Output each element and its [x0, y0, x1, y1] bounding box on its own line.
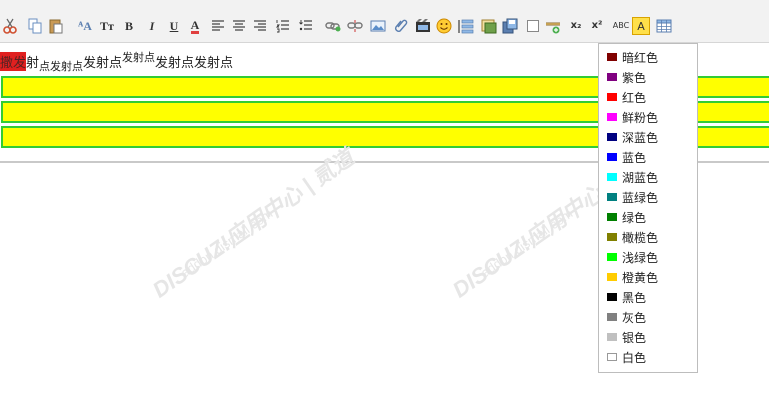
table-icon[interactable]: [655, 17, 673, 35]
color-option-label: 橙黄色: [622, 270, 659, 285]
color-option-label: 绿色: [622, 210, 647, 225]
subscript-glyph: x₂: [570, 20, 582, 31]
align-right-icon[interactable]: [251, 17, 269, 35]
image-icon[interactable]: [369, 17, 387, 35]
font-size-icon[interactable]: Tт: [98, 17, 116, 35]
save-icon[interactable]: [501, 17, 519, 35]
align-center-icon[interactable]: [230, 17, 248, 35]
font-family-glyph: ᴬA: [78, 19, 92, 33]
color-option[interactable]: 蓝色: [599, 147, 697, 167]
text-segment: 撒发: [0, 52, 27, 71]
smiley-icon[interactable]: [435, 17, 453, 35]
font-color-glyph: A: [190, 17, 200, 34]
text-segment: 发射点: [122, 51, 156, 64]
underline-glyph: U: [169, 19, 179, 33]
color-option[interactable]: 深蓝色: [599, 127, 697, 147]
text-segment: 发射点发射点: [155, 56, 234, 71]
color-option-label: 鲜粉色: [622, 110, 659, 125]
link-icon[interactable]: [324, 17, 342, 35]
color-swatch: [607, 173, 617, 181]
font-family-icon[interactable]: ᴬA: [76, 17, 94, 35]
superscript-glyph: x²: [591, 20, 603, 31]
color-swatch: [607, 133, 617, 141]
color-option[interactable]: 橄榄色: [599, 227, 697, 247]
font-size-glyph: Tт: [100, 19, 114, 33]
color-option-label: 红色: [622, 90, 647, 105]
italic-glyph: I: [149, 19, 155, 33]
color-swatch: [607, 233, 617, 241]
color-option-label: 湖蓝色: [622, 170, 659, 185]
color-option-label: 暗红色: [622, 50, 659, 65]
attachment-icon[interactable]: [392, 17, 410, 35]
color-option[interactable]: 橙黄色: [599, 267, 697, 287]
background-color-glyph: A: [637, 19, 645, 33]
color-swatch: [607, 313, 617, 321]
code-icon[interactable]: [480, 17, 498, 35]
bold-glyph: B: [124, 19, 133, 33]
color-option-label: 紫色: [622, 70, 647, 85]
color-swatch: [607, 153, 617, 161]
color-option[interactable]: 暗红色: [599, 47, 697, 67]
color-swatch: [607, 53, 617, 61]
color-option-label: 银色: [622, 330, 647, 345]
unordered-list-icon[interactable]: [297, 17, 315, 35]
unlink-icon[interactable]: [346, 17, 364, 35]
color-option[interactable]: 红色: [599, 87, 697, 107]
text-line: 撒发射点发射点 发射点 发射点 发射点发射点: [0, 51, 234, 73]
color-option-label: 橄榄色: [622, 230, 659, 245]
insert-icon[interactable]: [544, 17, 562, 35]
color-swatch: [607, 73, 617, 81]
video-icon[interactable]: [414, 17, 432, 35]
color-swatch: [607, 193, 617, 201]
color-option-label: 深蓝色: [622, 130, 659, 145]
ordered-list-icon[interactable]: [274, 17, 292, 35]
editor-toolbar: ᴬA Tт B I U Ax₂ x² ABC A: [0, 0, 769, 43]
color-option-label: 蓝绿色: [622, 190, 659, 205]
color-swatch: [607, 333, 617, 341]
color-option-label: 黑色: [622, 290, 647, 305]
superscript-icon[interactable]: x²: [588, 17, 606, 35]
color-option[interactable]: 紫色: [599, 67, 697, 87]
color-option-label: 浅绿色: [622, 250, 659, 265]
checkbox-icon[interactable]: [524, 17, 542, 35]
color-option[interactable]: 灰色: [599, 307, 697, 327]
color-option[interactable]: 鲜粉色: [599, 107, 697, 127]
align-left-icon[interactable]: [209, 17, 227, 35]
color-swatch: [607, 353, 617, 361]
text-segment: 点发射点: [39, 60, 84, 73]
bold-icon[interactable]: B: [120, 17, 138, 35]
text-segment: 射: [26, 56, 40, 71]
color-option-label: 灰色: [622, 310, 647, 325]
color-swatch: [607, 293, 617, 301]
copy-icon[interactable]: [26, 17, 44, 35]
color-swatch: [607, 93, 617, 101]
spellcheck-glyph: ABC: [612, 21, 630, 30]
quote-icon[interactable]: [457, 17, 475, 35]
color-option[interactable]: 黑色: [599, 287, 697, 307]
color-option[interactable]: 白色: [599, 347, 697, 367]
color-swatch: [607, 273, 617, 281]
italic-icon[interactable]: I: [143, 17, 161, 35]
color-option[interactable]: 银色: [599, 327, 697, 347]
color-option-label: 白色: [622, 350, 647, 365]
underline-icon[interactable]: U: [165, 17, 183, 35]
color-option[interactable]: 蓝绿色: [599, 187, 697, 207]
spellcheck-icon[interactable]: ABC: [612, 17, 630, 35]
color-option[interactable]: 浅绿色: [599, 247, 697, 267]
cut-icon[interactable]: [1, 17, 19, 35]
subscript-icon[interactable]: x₂: [567, 17, 585, 35]
background-color-menu: 暗红色紫色红色鲜粉色深蓝色蓝色湖蓝色蓝绿色绿色橄榄色浅绿色橙黄色黑色灰色银色白色: [598, 43, 698, 373]
text-segment: 发射点: [83, 56, 123, 71]
color-swatch: [607, 253, 617, 261]
color-option[interactable]: 湖蓝色: [599, 167, 697, 187]
color-swatch: [607, 213, 617, 221]
color-swatch: [607, 113, 617, 121]
font-color-icon[interactable]: A: [186, 17, 204, 35]
paste-icon[interactable]: [47, 17, 65, 35]
color-option[interactable]: 绿色: [599, 207, 697, 227]
color-option-label: 蓝色: [622, 150, 647, 165]
background-color-icon[interactable]: A: [632, 17, 650, 35]
